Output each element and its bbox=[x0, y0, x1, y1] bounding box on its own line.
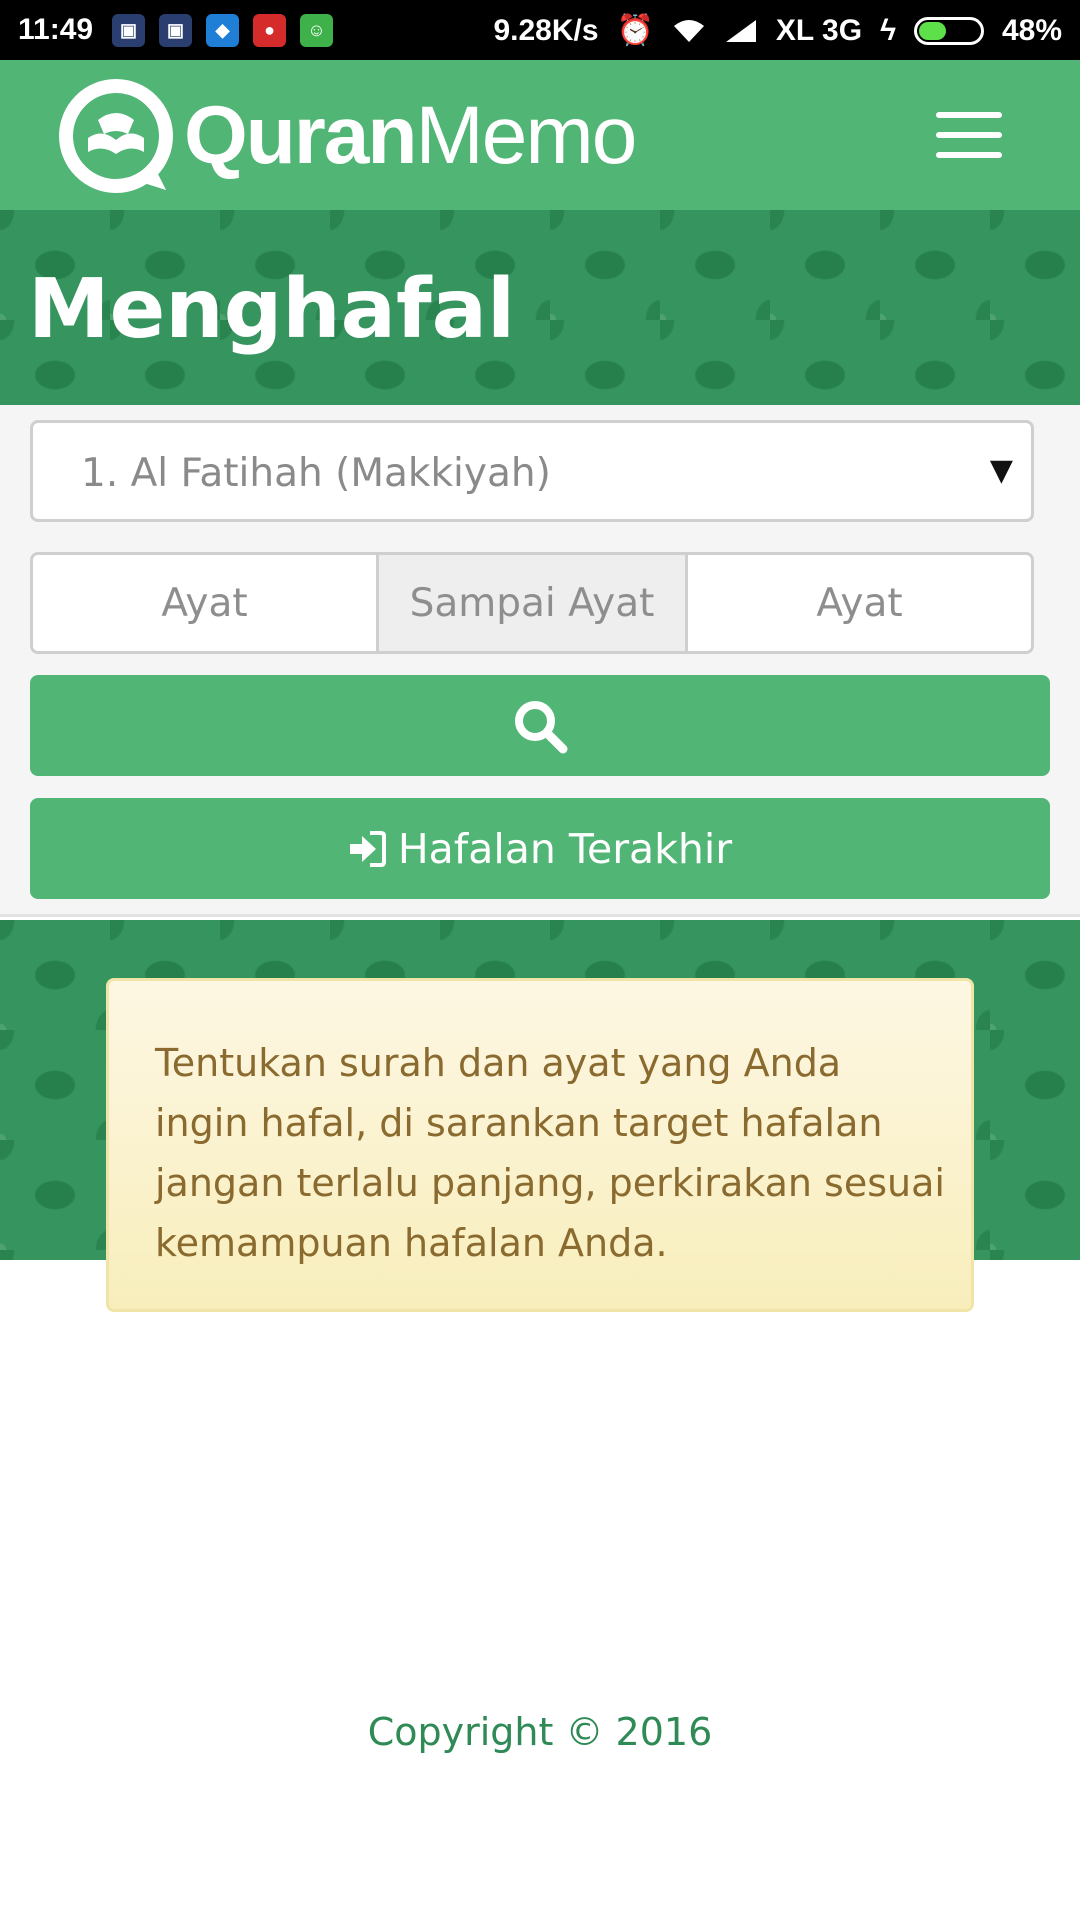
last-memorization-button[interactable]: Hafalan Terakhir bbox=[30, 798, 1050, 899]
sign-in-icon bbox=[349, 830, 386, 867]
battery-percent: 48% bbox=[1001, 13, 1062, 47]
android-icon: ☺ bbox=[300, 14, 333, 47]
status-time: 11:49 bbox=[18, 13, 94, 46]
carrier-label: XL 3G bbox=[775, 13, 863, 47]
footer-copyright: Copyright © 2016 bbox=[367, 1710, 713, 1754]
navbar: QuranMemo bbox=[0, 60, 1080, 210]
ayat-range-label: Sampai Ayat bbox=[376, 555, 688, 651]
surah-select-value: 1. Al Fatihah (Makkiyah) bbox=[81, 451, 551, 496]
menu-button[interactable] bbox=[936, 112, 1002, 158]
search-button[interactable] bbox=[30, 675, 1050, 776]
wifi-icon bbox=[673, 19, 704, 42]
network-speed: 9.28K/s bbox=[493, 13, 599, 47]
last-memorization-label: Hafalan Terakhir bbox=[397, 824, 733, 873]
ayat-range-group: Ayat Sampai Ayat Ayat bbox=[30, 552, 1034, 654]
info-alert: Tentukan surah dan ayat yang Anda ingin … bbox=[106, 978, 974, 1312]
logo-text: QuranMemo bbox=[184, 90, 637, 181]
battery-icon bbox=[913, 16, 984, 45]
bbm-icon: ▣ bbox=[112, 14, 145, 47]
status-indicators: 9.28K/s ⏰ XL 3G ϟ 48% bbox=[493, 13, 1062, 48]
surah-select[interactable]: 1. Al Fatihah (Makkiyah) ▼ bbox=[30, 420, 1034, 522]
alarm-icon: ⏰ bbox=[616, 14, 654, 47]
memorize-form: 1. Al Fatihah (Makkiyah) ▼ Ayat Sampai A… bbox=[0, 405, 1080, 917]
ayat-to-input[interactable]: Ayat bbox=[688, 555, 1031, 651]
page-title: Menghafal bbox=[28, 262, 516, 357]
ayat-from-input[interactable]: Ayat bbox=[33, 555, 376, 651]
play-store-icon: ◆ bbox=[206, 14, 239, 47]
quranmemo-logo[interactable]: QuranMemo bbox=[58, 78, 637, 194]
dropdown-arrow-icon: ▼ bbox=[989, 453, 1013, 488]
search-icon bbox=[515, 700, 568, 753]
bbm-icon: ▣ bbox=[159, 14, 192, 47]
app-notification-icon: ● bbox=[253, 14, 286, 47]
signal-icon bbox=[725, 19, 756, 42]
logo-mark-icon bbox=[59, 79, 173, 193]
info-alert-text: Tentukan surah dan ayat yang Anda ingin … bbox=[155, 1041, 945, 1265]
notification-icons: ▣ ▣ ◆ ● ☺ bbox=[112, 14, 333, 47]
charging-icon: ϟ bbox=[880, 13, 896, 47]
status-bar: 11:49 ▣ ▣ ◆ ● ☺ 9.28K/s ⏰ XL 3G ϟ 48% bbox=[0, 0, 1080, 60]
